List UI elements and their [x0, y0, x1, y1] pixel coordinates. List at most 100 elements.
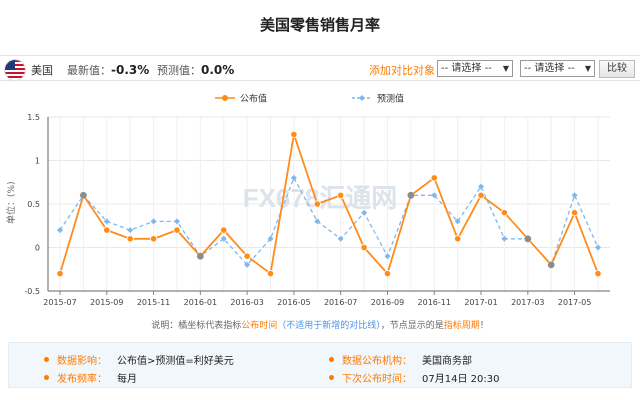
legend-label: 预测值 — [377, 93, 404, 105]
y-tick-label: 1.5 — [27, 113, 40, 122]
actual-point — [290, 130, 298, 139]
y-tick-label: 1 — [35, 157, 40, 166]
forecast-point — [173, 218, 180, 225]
x-tick-label: 2016-09 — [371, 298, 404, 307]
line-chart: 公布值 预测值 FX678汇通网 1.5 1 0.5 0 -0.52015-07 2015-… — [5, 93, 610, 307]
x-tick-label: 2017-05 — [558, 298, 591, 307]
actual-point — [313, 200, 321, 208]
actual-point — [266, 270, 275, 278]
x-tick-label: 2016-07 — [324, 298, 357, 307]
forecast-point — [103, 218, 110, 225]
latest-label: 最新值： — [67, 64, 111, 77]
compare-select-2-value: -- 请选择 -- — [524, 63, 575, 74]
note-text-2: ，节点显示的是 — [380, 321, 444, 331]
y-tick-label: -0.5 — [24, 287, 40, 296]
compare-label: 添加对比对象： — [369, 64, 446, 77]
actual-point — [571, 209, 579, 217]
legend-marker — [359, 95, 365, 101]
actual-point — [243, 252, 251, 260]
actual-point — [173, 226, 181, 234]
chevron-down-icon: ▼ — [584, 64, 591, 73]
equal-point — [407, 191, 415, 199]
frequency-row: 发布频率： 每月 — [44, 370, 137, 385]
equal-point — [79, 191, 87, 199]
agency-value: 美国商务部 — [422, 356, 472, 367]
next-release-value: 07月14日 20:30 — [422, 374, 500, 385]
forecast-metric: 预测值：0.0% — [157, 62, 234, 78]
forecast-point — [337, 235, 344, 242]
x-tick-label: 2015-09 — [90, 298, 123, 307]
us-flag-icon — [4, 59, 26, 81]
bullet-icon — [329, 375, 334, 380]
country-name: 美国 — [31, 64, 53, 77]
compare-select-1[interactable]: -- 请选择 -- ▼ — [437, 60, 513, 77]
x-tick-label: 2017-03 — [511, 298, 544, 307]
chevron-down-icon: ▼ — [502, 64, 509, 73]
note-text-3: ！ — [479, 321, 489, 331]
forecast-point — [290, 174, 297, 181]
actual-point — [383, 270, 392, 278]
legend-marker — [222, 95, 228, 101]
actual-point — [103, 226, 111, 234]
impact-label: 数据影响： — [57, 356, 107, 367]
agency-row: 数据公布机构： 美国商务部 — [329, 352, 472, 367]
note-text-1: 说明：橘坐标代表指标 — [151, 321, 242, 331]
impact-value: 公布值>预测值=利好美元 — [117, 356, 234, 367]
actual-point — [126, 235, 134, 243]
compare-select-2[interactable]: -- 请选择 -- ▼ — [520, 60, 595, 77]
forecast-point — [595, 244, 601, 251]
note-highlight-2: （不适用于新增的对比线） — [277, 321, 381, 331]
actual-point — [56, 270, 64, 278]
frequency-label: 发布频率： — [57, 374, 107, 385]
compare-button[interactable]: 比较 — [599, 60, 635, 78]
next-release-label: 下次公布时间： — [342, 374, 412, 385]
y-tick-label: 0 — [35, 244, 40, 253]
x-tick-label: 2016-01 — [184, 298, 217, 307]
legend-label: 公布值 — [240, 93, 267, 105]
bullet-icon — [44, 357, 49, 362]
actual-point — [477, 191, 485, 199]
forecast-point — [501, 235, 508, 242]
equal-point — [196, 252, 204, 260]
compare-select-1-value: -- 请选择 -- — [441, 63, 492, 74]
latest-metric: 最新值：-0.3% — [67, 62, 149, 78]
x-tick-label: 2016-05 — [277, 298, 310, 307]
actual-point — [500, 209, 509, 217]
info-panel: 数据影响： 公布值>预测值=利好美元 发布频率： 每月 数据公布机构： 美国商务… — [8, 342, 632, 388]
forecast-point — [384, 253, 391, 260]
chart-legend: 公布值 预测值 — [215, 93, 404, 105]
page-title: 美国零售销售月率 — [259, 16, 380, 34]
actual-point — [360, 243, 368, 252]
forecast-point — [571, 192, 578, 199]
x-tick-label: 2015-11 — [137, 298, 170, 307]
x-tick-label: 2015-07 — [43, 298, 76, 307]
x-tick-label: 2016-11 — [418, 298, 451, 307]
next-release-row: 下次公布时间： 07月14日 20:30 — [329, 370, 499, 385]
equal-point — [547, 261, 555, 269]
chart-note: 说明：橘坐标代表指标公布时间（不适用于新增的对比线），节点显示的是指标周期！ — [0, 318, 640, 331]
note-highlight-1: 公布时间 — [241, 321, 278, 331]
bullet-icon — [329, 357, 334, 362]
x-tick-label: 2016-03 — [230, 298, 263, 307]
bullet-icon — [44, 375, 49, 380]
frequency-value: 每月 — [117, 374, 137, 385]
impact-row: 数据影响： 公布值>预测值=利好美元 — [44, 352, 234, 367]
watermark: FX678汇通网 — [243, 183, 398, 213]
actual-point — [454, 235, 462, 243]
actual-point — [594, 270, 602, 278]
actual-point — [337, 191, 345, 199]
actual-point — [149, 235, 158, 243]
chart-area: 公布值 预测值 FX678汇通网 1.5 1 0.5 0 -0.5 2015-07 2015-… — [0, 82, 640, 312]
forecast-label: 预测值： — [157, 64, 201, 77]
actual-point — [430, 174, 438, 182]
y-tick-label: 0.5 — [27, 200, 40, 209]
agency-label: 数据公布机构： — [342, 356, 412, 367]
latest-value: -0.3% — [111, 63, 150, 77]
forecast-point — [150, 218, 157, 225]
equal-point — [524, 235, 532, 243]
forecast-value: 0.0% — [201, 63, 235, 77]
info-bar: 美国 最新值：-0.3% 预测值：0.0% 添加对比对象： -- 请选择 -- ▼… — [0, 55, 640, 81]
actual-point — [220, 226, 228, 234]
forecast-point — [127, 227, 134, 234]
note-highlight-3: 指标周期 — [443, 321, 480, 331]
